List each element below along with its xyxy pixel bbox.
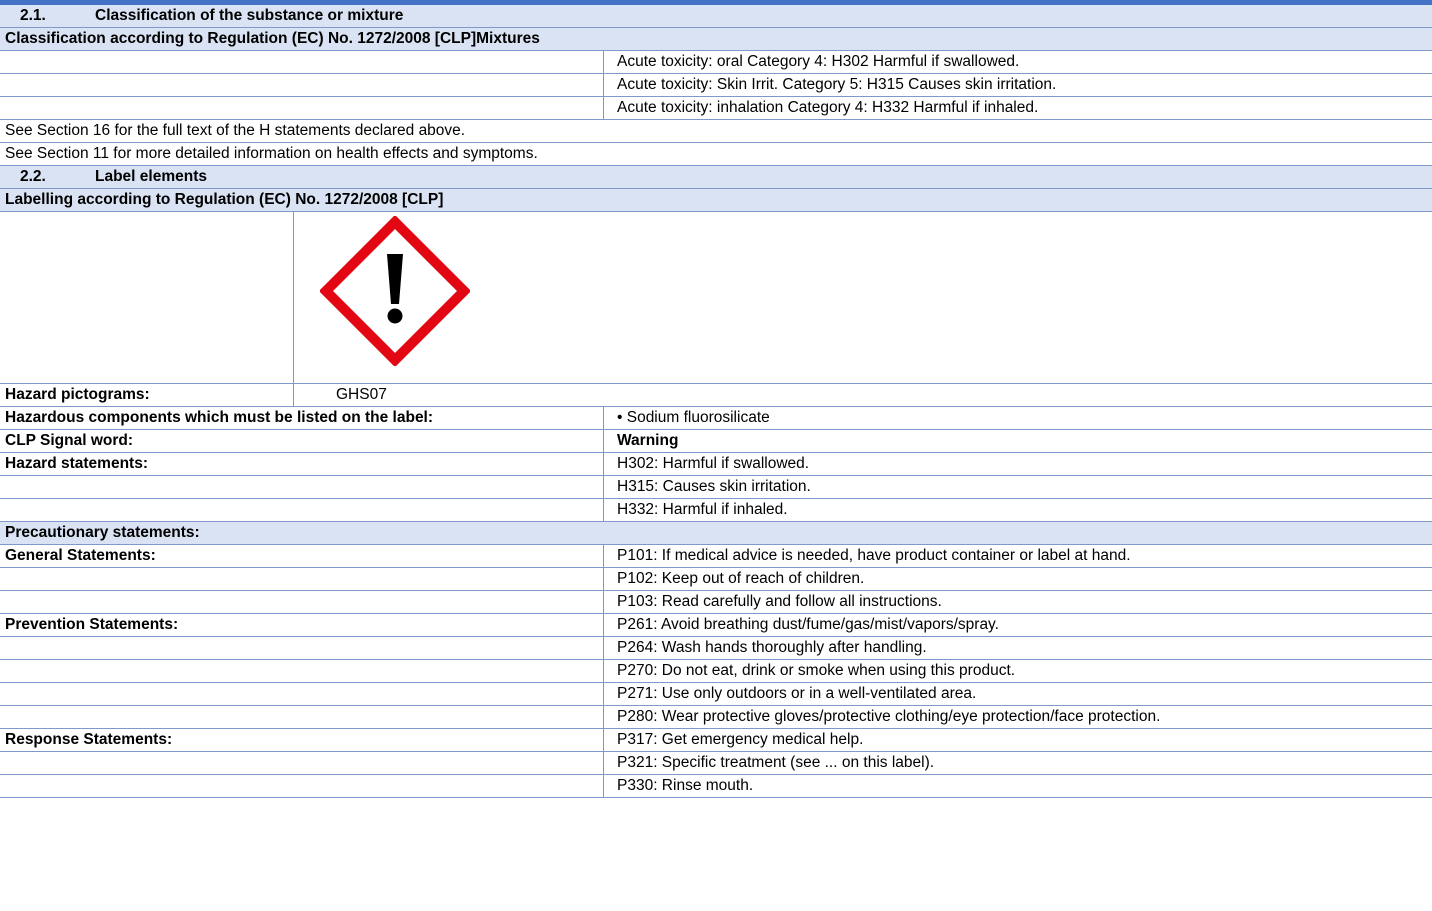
subheader-text: Labelling according to Regulation (EC) N… (5, 191, 444, 208)
signal-word-row: CLP Signal word: Warning (0, 430, 1432, 453)
hazard-pictograms-row: Hazard pictograms: GHS07 (0, 384, 1432, 407)
classification-value: Acute toxicity: Skin Irrit. Category 5: … (617, 76, 1057, 93)
classification-value: Acute toxicity: inhalation Category 4: H… (617, 99, 1039, 116)
precautionary-statement: P317: Get emergency medical help. (617, 731, 864, 748)
empty-cell (0, 74, 604, 96)
empty-cell (0, 637, 604, 659)
signal-word-value: Warning (617, 432, 679, 449)
section-2-2-header: 2.2. Label elements (0, 166, 1432, 189)
classification-row: Acute toxicity: inhalation Category 4: H… (0, 97, 1432, 120)
prevention-statement-row: Prevention Statements: P261: Avoid breat… (0, 614, 1432, 637)
empty-cell (0, 660, 604, 682)
labelling-subheader: Labelling according to Regulation (EC) N… (0, 189, 1432, 212)
hazard-statement: H332: Harmful if inhaled. (617, 501, 788, 518)
empty-cell (0, 706, 604, 728)
section-title: Label elements (95, 168, 207, 185)
ghs07-exclamation-icon (320, 216, 470, 366)
general-statement-row: P103: Read carefully and follow all inst… (0, 591, 1432, 614)
precautionary-statement: P102: Keep out of reach of children. (617, 570, 865, 587)
precautionary-header: Precautionary statements: (0, 522, 1432, 545)
precautionary-statement: P280: Wear protective gloves/protective … (617, 708, 1161, 725)
precautionary-statement: P321: Specific treatment (see ... on thi… (617, 754, 935, 771)
hazard-statement: H315: Causes skin irritation. (617, 478, 811, 495)
prevention-statement-row: P270: Do not eat, drink or smoke when us… (0, 660, 1432, 683)
precautionary-statement: P264: Wash hands thoroughly after handli… (617, 639, 927, 656)
subheader-text: Classification according to Regulation (… (5, 30, 540, 47)
precautionary-statement: P101: If medical advice is needed, have … (617, 547, 1131, 564)
signal-word-label: CLP Signal word: (0, 430, 604, 452)
classification-row: Acute toxicity: Skin Irrit. Category 5: … (0, 74, 1432, 97)
empty-cell (0, 568, 604, 590)
note-row: See Section 11 for more detailed informa… (0, 143, 1432, 166)
hazard-pictograms-value: GHS07 (336, 386, 387, 403)
hazardous-components-label: Hazardous components which must be liste… (0, 407, 604, 429)
prevention-statement-row: P264: Wash hands thoroughly after handli… (0, 637, 1432, 660)
empty-cell (0, 499, 604, 521)
classification-row: Acute toxicity: oral Category 4: H302 Ha… (0, 51, 1432, 74)
classification-subheader: Classification according to Regulation (… (0, 28, 1432, 51)
response-statements-label: Response Statements: (0, 729, 604, 751)
precautionary-label: Precautionary statements: (5, 524, 200, 541)
general-statement-row: General Statements: P101: If medical adv… (0, 545, 1432, 568)
precautionary-statement: P330: Rinse mouth. (617, 777, 754, 794)
empty-cell (0, 51, 604, 73)
empty-cell (0, 97, 604, 119)
hazard-statement-row: H332: Harmful if inhaled. (0, 499, 1432, 522)
empty-cell (0, 591, 604, 613)
prevention-statement-row: P271: Use only outdoors or in a well-ven… (0, 683, 1432, 706)
section-number: 2.2. (20, 168, 46, 185)
hazardous-components-value: • Sodium fluorosilicate (617, 409, 770, 426)
prevention-statements-label: Prevention Statements: (0, 614, 604, 636)
empty-cell (0, 212, 294, 383)
precautionary-statement: P261: Avoid breathing dust/fume/gas/mist… (617, 616, 999, 633)
note-row: See Section 16 for the full text of the … (0, 120, 1432, 143)
hazard-statement-row: H315: Causes skin irritation. (0, 476, 1432, 499)
precautionary-statement: P270: Do not eat, drink or smoke when us… (617, 662, 1016, 679)
section-number: 2.1. (20, 7, 46, 24)
precautionary-statement: P271: Use only outdoors or in a well-ven… (617, 685, 977, 702)
hazard-statement-row: Hazard statements: H302: Harmful if swal… (0, 453, 1432, 476)
pictogram-cell (294, 212, 1432, 383)
general-statement-row: P102: Keep out of reach of children. (0, 568, 1432, 591)
general-statements-label: General Statements: (0, 545, 604, 567)
section-2-1-header: 2.1. Classification of the substance or … (0, 5, 1432, 28)
response-statement-row: P330: Rinse mouth. (0, 775, 1432, 798)
empty-cell (0, 683, 604, 705)
empty-cell (0, 476, 604, 498)
classification-value: Acute toxicity: oral Category 4: H302 Ha… (617, 53, 1020, 70)
empty-cell (0, 752, 604, 774)
hazard-pictograms-label: Hazard pictograms: (0, 384, 294, 406)
hazard-statements-label: Hazard statements: (0, 453, 604, 475)
note-text: See Section 11 for more detailed informa… (5, 145, 538, 162)
pictogram-row (0, 212, 1432, 384)
response-statement-row: Response Statements: P317: Get emergency… (0, 729, 1432, 752)
empty-cell (0, 775, 604, 797)
section-title: Classification of the substance or mixtu… (95, 7, 404, 24)
hazard-statement: H302: Harmful if swallowed. (617, 455, 810, 472)
precautionary-statement: P103: Read carefully and follow all inst… (617, 593, 942, 610)
prevention-statement-row: P280: Wear protective gloves/protective … (0, 706, 1432, 729)
hazardous-components-row: Hazardous components which must be liste… (0, 407, 1432, 430)
note-text: See Section 16 for the full text of the … (5, 122, 466, 139)
response-statement-row: P321: Specific treatment (see ... on thi… (0, 752, 1432, 775)
